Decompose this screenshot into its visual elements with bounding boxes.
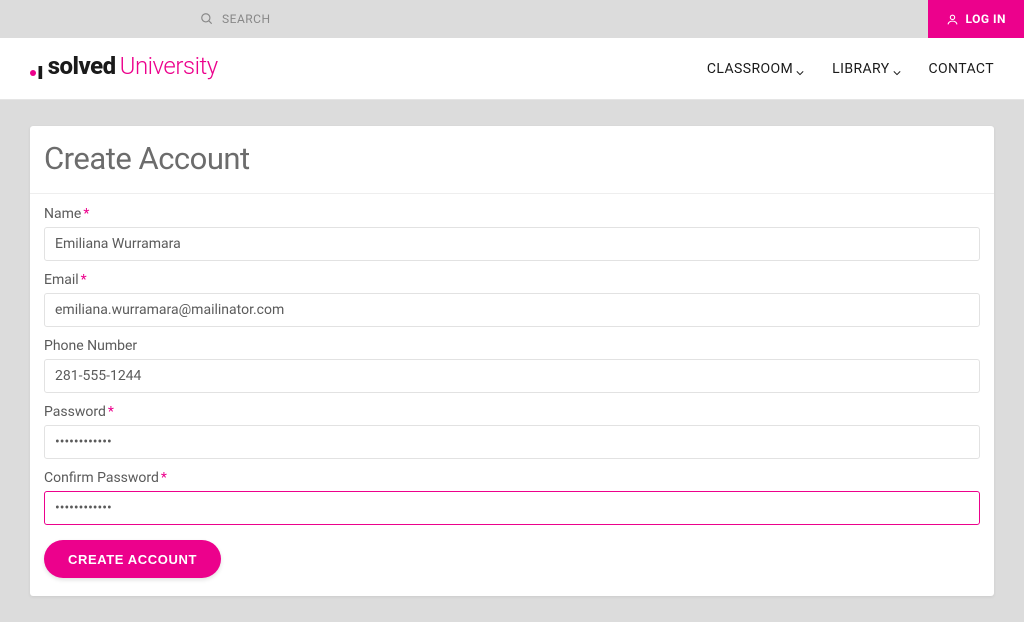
email-input[interactable]: [44, 293, 980, 327]
create-account-button[interactable]: CREATE ACCOUNT: [44, 540, 221, 578]
nav-label: CONTACT: [929, 61, 994, 77]
label-text: Email: [44, 272, 79, 288]
label-password: Password*: [44, 404, 980, 420]
label-confirm-password: Confirm Password*: [44, 470, 980, 486]
required-mark: *: [81, 272, 87, 288]
brand-bold: solved: [48, 52, 116, 80]
create-account-form: Name* Email* Phone Number Password*: [30, 194, 994, 596]
confirm-password-input[interactable]: [44, 491, 980, 525]
brand-logo[interactable]: ı solved University: [30, 52, 218, 85]
label-text: Confirm Password: [44, 470, 159, 486]
required-mark: *: [108, 404, 114, 420]
logo-dot-icon: [30, 70, 36, 76]
phone-input[interactable]: [44, 359, 980, 393]
required-mark: *: [83, 206, 89, 222]
required-mark: *: [161, 470, 167, 486]
label-email: Email*: [44, 272, 980, 288]
name-input[interactable]: [44, 227, 980, 261]
content: Create Account Name* Email* Phone Number: [0, 100, 1024, 622]
field-email: Email*: [44, 272, 980, 327]
login-button[interactable]: LOG IN: [928, 0, 1024, 38]
search-label: SEARCH: [222, 12, 271, 26]
label-text: Name: [44, 206, 81, 222]
label-text: Password: [44, 404, 106, 420]
label-phone: Phone Number: [44, 338, 980, 354]
page-title: Create Account: [44, 140, 980, 177]
navbar: ı solved University CLASSROOM LIBRARY CO…: [0, 38, 1024, 100]
field-name: Name*: [44, 206, 980, 261]
nav-label: LIBRARY: [832, 61, 889, 77]
nav-links: CLASSROOM LIBRARY CONTACT: [707, 61, 994, 77]
brand-light: University: [120, 52, 218, 80]
search-trigger[interactable]: SEARCH: [200, 12, 271, 26]
chevron-down-icon: [796, 65, 804, 73]
nav-item-classroom[interactable]: CLASSROOM: [707, 61, 804, 77]
nav-item-library[interactable]: LIBRARY: [832, 61, 900, 77]
login-label: LOG IN: [965, 12, 1006, 26]
field-phone: Phone Number: [44, 338, 980, 393]
field-confirm-password: Confirm Password*: [44, 470, 980, 525]
nav-label: CLASSROOM: [707, 61, 793, 77]
label-text: Phone Number: [44, 338, 137, 354]
password-input[interactable]: [44, 425, 980, 459]
card-header: Create Account: [30, 126, 994, 194]
chevron-down-icon: [893, 65, 901, 73]
label-name: Name*: [44, 206, 980, 222]
field-password: Password*: [44, 404, 980, 459]
create-account-card: Create Account Name* Email* Phone Number: [30, 126, 994, 596]
logo-i: ı: [37, 57, 44, 85]
nav-item-contact[interactable]: CONTACT: [929, 61, 994, 77]
logo-mark: ı: [30, 57, 44, 85]
user-icon: [946, 13, 959, 26]
search-icon: [200, 12, 214, 26]
topbar: SEARCH LOG IN: [0, 0, 1024, 38]
